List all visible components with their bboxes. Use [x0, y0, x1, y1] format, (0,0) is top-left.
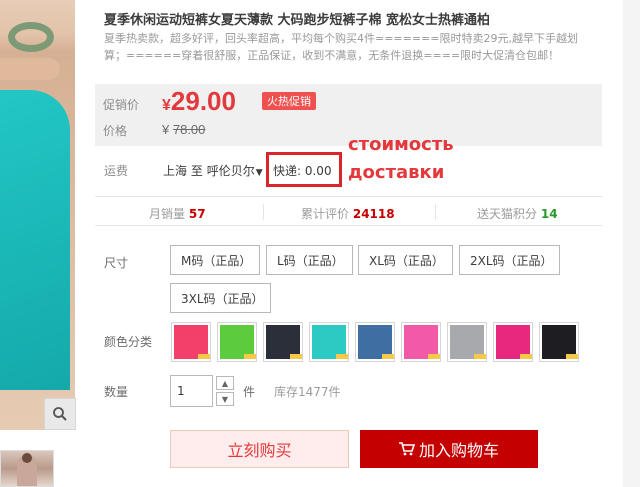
product-subtitle: 夏季热卖款，超多好评，回头率超高，平均每个购买4件=======限时特卖29元,… — [104, 30, 624, 64]
shorts-swatch-image — [542, 325, 578, 359]
shorts-swatch-image — [220, 325, 256, 359]
color-swatch[interactable] — [309, 322, 349, 362]
original-currency: ¥ — [162, 122, 170, 137]
swatch-tag — [428, 354, 440, 359]
swatch-tag — [474, 354, 486, 359]
original-price: ¥ 78.00 — [162, 122, 205, 137]
shorts-swatch-image — [496, 325, 532, 359]
product-thumbnail[interactable] — [0, 450, 54, 487]
review-count-label: 累计评价 — [301, 207, 350, 221]
size-option-xl[interactable]: XL码（正品） — [358, 245, 453, 275]
monthly-sales: 月销量 57 — [149, 205, 206, 222]
add-to-cart-label: 加入购物车 — [418, 441, 499, 460]
sales-stats-bar: 月销量 57 累计评价 24118 送天猫积分 14 — [95, 196, 602, 226]
chevron-down-icon[interactable]: ▼ — [256, 168, 263, 178]
size-option-l[interactable]: L码（正品） — [266, 245, 353, 275]
color-swatch[interactable] — [263, 322, 303, 362]
monthly-sales-label: 月销量 — [149, 207, 186, 221]
shorts-swatch-image — [266, 325, 302, 359]
swatch-tag — [290, 354, 302, 359]
stat-divider — [435, 204, 436, 220]
tmall-points-value: 14 — [540, 207, 558, 221]
stock-count: 库存1477件 — [274, 385, 341, 399]
ship-to-word: 至 — [190, 164, 203, 178]
swatch-tag — [520, 354, 532, 359]
tmall-points-label: 送天猫积分 — [477, 207, 538, 221]
subtitle-line-2: 算；======穿着很舒服，正品保证，收到不满意，无条件退换====限时大促清仓… — [104, 49, 560, 62]
subtitle-line-1: 夏季热卖款，超多好评，回头率超高，平均每个购买4件=======限时特卖29元,… — [104, 32, 579, 45]
swatch-tag — [566, 354, 578, 359]
swatch-tag — [382, 354, 394, 359]
zoom-button[interactable] — [44, 398, 76, 430]
magnifier-icon — [53, 407, 67, 421]
color-swatch[interactable] — [171, 322, 211, 362]
shorts-swatch-image — [358, 325, 394, 359]
quantity-unit: 件 — [243, 385, 256, 399]
annotation-line-1: стоимость — [348, 134, 454, 155]
shipping-cost-annotation: стоимость доставки — [348, 131, 454, 187]
shorts-swatch-image — [312, 325, 348, 359]
monthly-sales-count: 57 — [188, 207, 206, 221]
review-count-value: 24118 — [352, 207, 395, 221]
thumbnail-figure — [17, 453, 37, 486]
quantity-decrease-button[interactable]: ▼ — [216, 392, 234, 406]
tmall-points: 送天猫积分 14 — [477, 205, 558, 222]
jade-bracelet — [8, 22, 54, 52]
review-count[interactable]: 累计评价 24118 — [301, 205, 395, 222]
ship-destination[interactable]: 呼伦贝尔 — [207, 164, 255, 178]
shorts-swatch-image — [174, 325, 210, 359]
quantity-label: 数量 — [104, 385, 129, 399]
shorts-swatch-image — [450, 325, 486, 359]
page-right-edge — [623, 0, 640, 487]
swatch-tag — [336, 354, 348, 359]
shipping-label: 运费 — [104, 164, 129, 178]
promo-price-label: 促销价 — [103, 98, 140, 112]
color-label: 颜色分类 — [104, 335, 153, 349]
promo-tag: 火热促销 — [262, 92, 316, 110]
buy-now-button[interactable]: 立刻购买 — [170, 430, 349, 468]
size-label: 尺寸 — [104, 256, 129, 270]
chevron-up-icon: ▲ — [221, 378, 229, 388]
ship-from: 上海 — [163, 164, 188, 178]
currency-symbol: ¥ — [162, 97, 171, 114]
color-swatch[interactable] — [355, 322, 395, 362]
size-option-m[interactable]: M码（正品） — [170, 245, 260, 275]
product-main-image[interactable] — [0, 0, 75, 430]
size-option-2xl[interactable]: 2XL码（正品） — [459, 245, 560, 275]
quantity-increase-button[interactable]: ▲ — [216, 376, 234, 390]
color-swatch[interactable] — [217, 322, 257, 362]
color-swatch[interactable] — [539, 322, 579, 362]
original-price-amount: 78.00 — [172, 122, 206, 137]
annotation-line-2: доставки — [348, 162, 445, 183]
product-title: 夏季休闲运动短裤女夏天薄款 大码跑步短裤子棉 宽松女士热裤通柏 — [104, 13, 491, 28]
promo-price-amount: 29.00 — [170, 86, 236, 116]
stat-divider — [263, 204, 264, 220]
shipping-route[interactable]: 上海 至 呼伦贝尔▼ — [163, 162, 263, 179]
size-option-3xl[interactable]: 3XL码（正品） — [170, 283, 271, 313]
quantity-input[interactable]: 1 — [170, 375, 213, 407]
original-price-label: 价格 — [103, 124, 128, 138]
cart-icon — [398, 442, 415, 456]
add-to-cart-button[interactable]: 加入购物车 — [360, 430, 538, 468]
chevron-down-icon: ▼ — [221, 394, 229, 404]
color-swatch[interactable] — [447, 322, 487, 362]
promo-price: ¥29.00 — [162, 86, 236, 117]
color-swatch[interactable] — [401, 322, 441, 362]
model-shirt — [0, 90, 70, 390]
swatch-tag — [198, 354, 210, 359]
model-arm — [0, 58, 60, 80]
shorts-swatch-image — [404, 325, 440, 359]
shipping-fee: 快递: 0.00 — [273, 164, 332, 178]
swatch-tag — [244, 354, 256, 359]
color-swatch[interactable] — [493, 322, 533, 362]
